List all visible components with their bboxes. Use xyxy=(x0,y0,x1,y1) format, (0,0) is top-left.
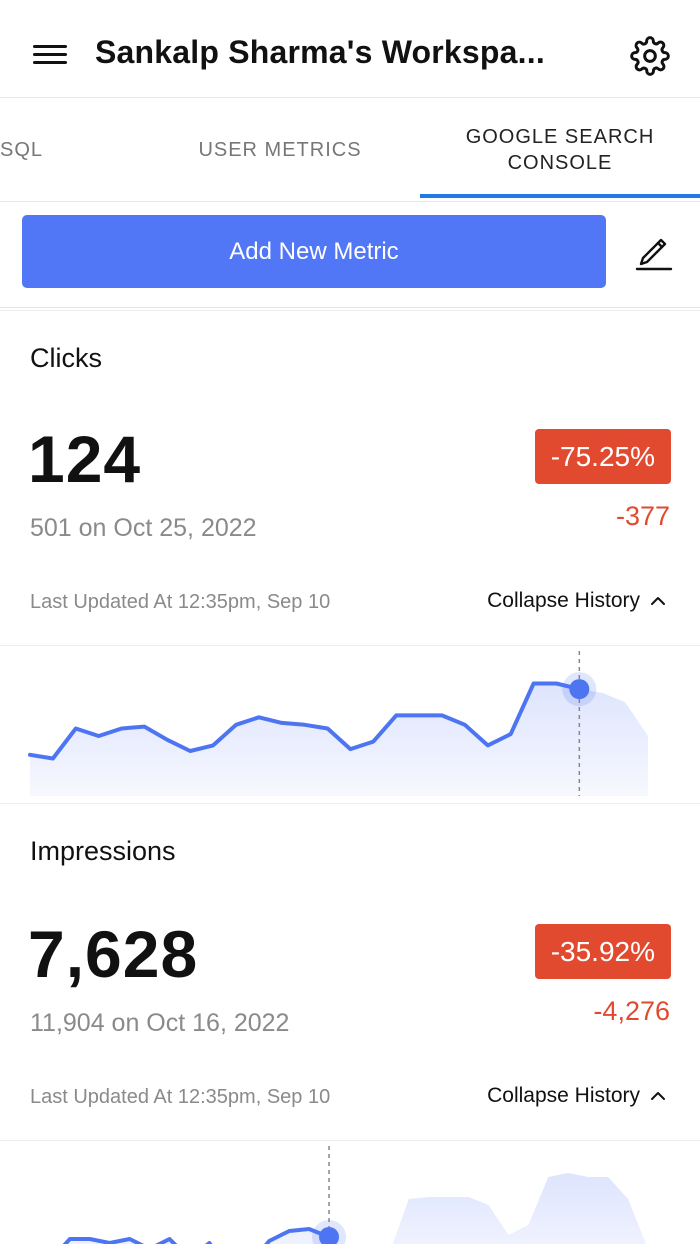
change-absolute: -4,276 xyxy=(593,996,670,1026)
metric-card-clicks: Clicks 124 501 on Oct 25, 2022 -75.25% -… xyxy=(0,310,700,804)
chevron-up-icon xyxy=(651,1092,665,1100)
metric-value: 7,628 xyxy=(28,917,199,991)
change-absolute: -377 xyxy=(615,501,670,531)
metric-name: Clicks xyxy=(30,343,102,373)
metric-name: Impressions xyxy=(30,836,176,866)
metric-previous-value: 11,904 on Oct 16, 2022 xyxy=(30,1009,290,1037)
last-updated-text: Last Updated At 12:35pm, Sep 10 xyxy=(30,591,331,613)
change-percent-badge: -75.25% xyxy=(534,429,671,484)
tab-sql[interactable]: SQL xyxy=(0,98,52,202)
tab-user-metrics[interactable]: USER METRICS xyxy=(170,98,390,202)
clicks-history-chart xyxy=(28,651,648,796)
chart-point-highlighted[interactable] xyxy=(569,679,590,700)
gear-icon[interactable] xyxy=(630,36,670,76)
change-percent-badge: -35.92% xyxy=(534,924,671,979)
collapse-history-label: Collapse History xyxy=(487,589,640,612)
hamburger-menu-icon[interactable] xyxy=(33,42,67,66)
collapse-history-button[interactable]: Collapse History xyxy=(487,1084,666,1108)
chevron-up-icon xyxy=(651,597,665,605)
add-new-metric-button[interactable]: Add New Metric xyxy=(22,215,606,288)
action-row: Add New Metric xyxy=(0,202,700,308)
active-tab-indicator xyxy=(420,194,700,198)
tab-google-search-console-label: GOOGLE SEARCH CONSOLE xyxy=(465,126,655,174)
tab-bar: SQL USER METRICS GOOGLE SEARCH CONSOLE xyxy=(0,98,700,202)
metric-previous-value: 501 on Oct 25, 2022 xyxy=(30,514,257,542)
app-header: Sankalp Sharma's Workspa... xyxy=(0,0,700,98)
workspace-title: Sankalp Sharma's Workspa... xyxy=(95,34,545,70)
metric-value: 124 xyxy=(28,422,142,496)
pencil-icon[interactable] xyxy=(634,228,674,272)
impressions-history-chart xyxy=(30,1146,648,1244)
collapse-history-button[interactable]: Collapse History xyxy=(487,589,666,613)
metric-card-impressions: Impressions 7,628 11,904 on Oct 16, 2022… xyxy=(0,806,700,1244)
last-updated-text: Last Updated At 12:35pm, Sep 10 xyxy=(30,1086,331,1108)
tab-google-search-console[interactable]: GOOGLE SEARCH CONSOLE xyxy=(420,98,700,202)
collapse-history-label: Collapse History xyxy=(487,1084,640,1107)
